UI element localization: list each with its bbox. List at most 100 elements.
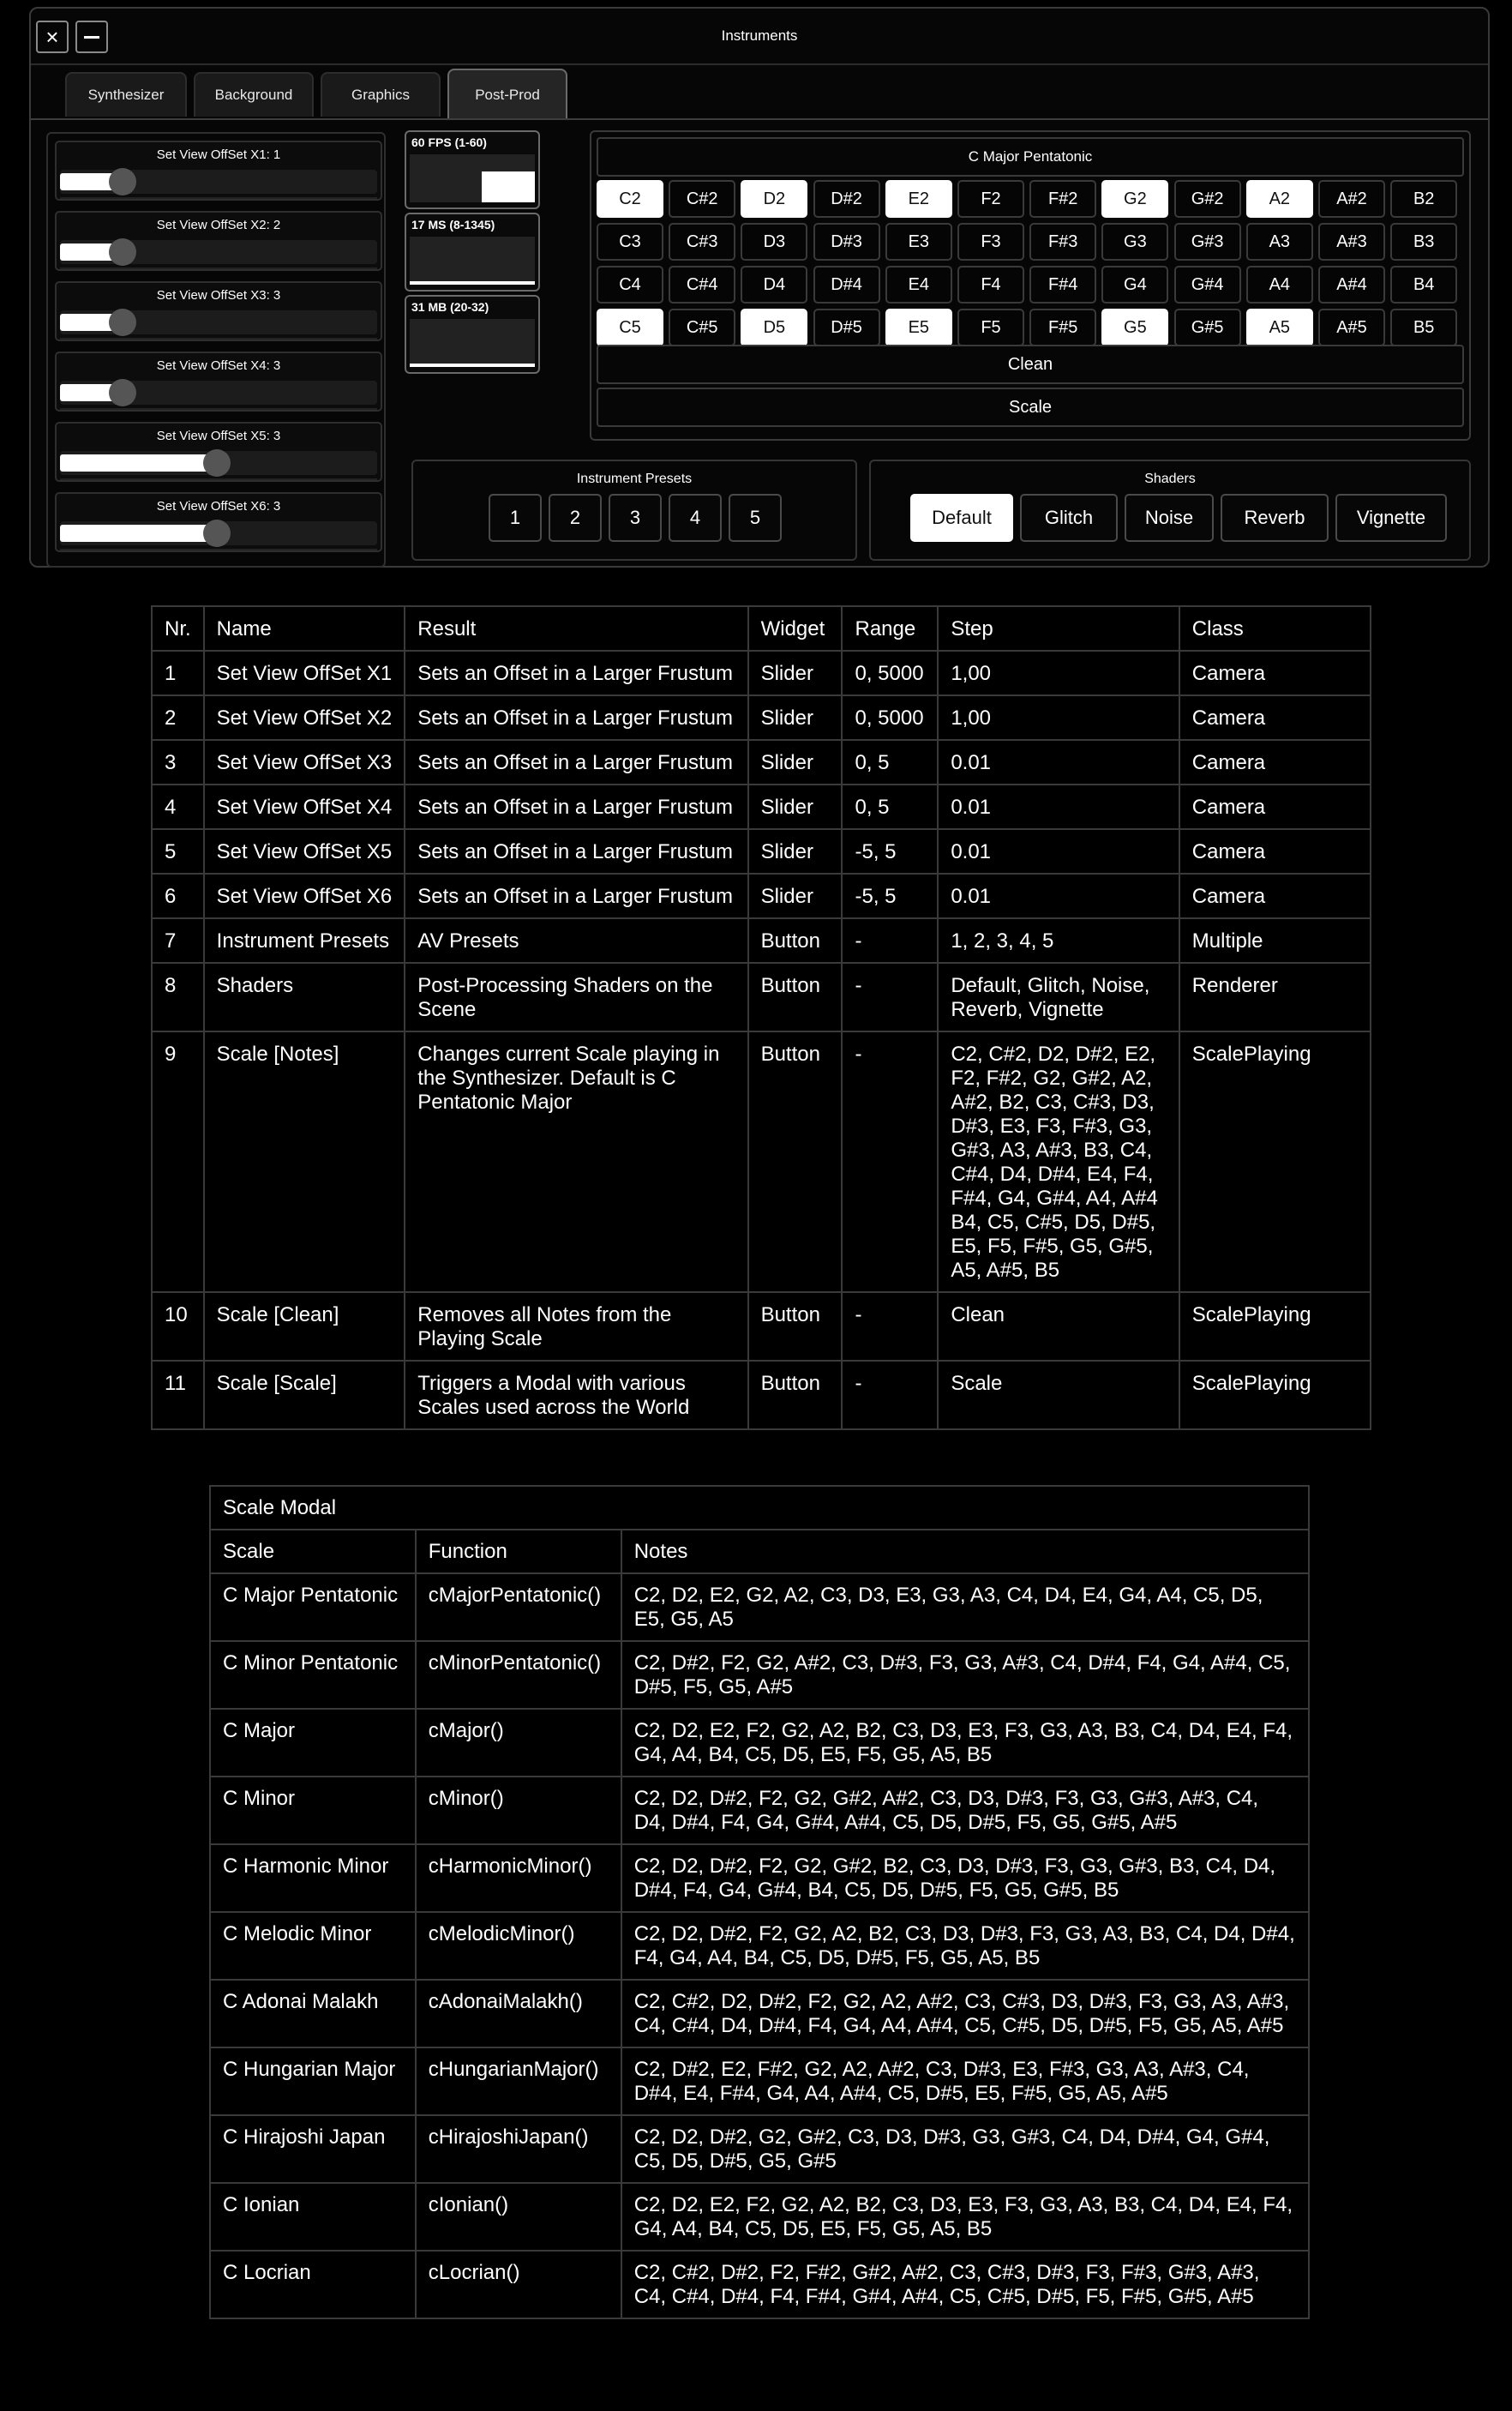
note-button[interactable]: G#2 (1173, 180, 1241, 218)
scale-button[interactable]: Scale (597, 388, 1464, 427)
slider-handle[interactable] (203, 520, 231, 547)
note-button[interactable]: E5 (885, 309, 952, 346)
note-button[interactable]: D2 (741, 180, 808, 218)
offset-slider-x5[interactable]: Set View OffSet X5: 3 (55, 422, 382, 482)
table-row: C Major cMajor() C2, D2, E2, F2, G2, A2, B… (209, 1708, 1311, 1777)
note-button[interactable]: G5 (1101, 309, 1169, 346)
note-button[interactable]: D5 (741, 309, 808, 346)
note-button[interactable]: C4 (597, 266, 663, 304)
note-button[interactable]: B5 (1390, 309, 1458, 346)
offset-slider-x1[interactable]: Set View OffSet X1: 1 (55, 141, 382, 201)
note-button[interactable]: C3 (597, 223, 663, 261)
note-button[interactable]: E2 (885, 180, 952, 218)
note-button[interactable]: G4 (1101, 266, 1169, 304)
note-button[interactable]: F#5 (1029, 309, 1097, 346)
table-cell: cHungarianMajor() (414, 2047, 622, 2116)
slider-track[interactable] (60, 379, 377, 406)
note-button[interactable]: C#3 (669, 223, 736, 261)
slider-handle[interactable] (109, 168, 137, 195)
note-button[interactable]: A#3 (1318, 223, 1385, 261)
note-button[interactable]: A3 (1245, 223, 1313, 261)
preset-button-1[interactable]: 1 (489, 494, 542, 542)
note-button[interactable]: A4 (1245, 266, 1313, 304)
note-button[interactable]: B2 (1390, 180, 1458, 218)
slider-track[interactable] (60, 309, 377, 336)
note-button[interactable]: C#4 (669, 266, 736, 304)
table-cell: Camera (1178, 694, 1372, 741)
tab-graphics[interactable]: Graphics (321, 72, 441, 117)
slider-handle[interactable] (109, 379, 137, 406)
note-button[interactable]: F#3 (1029, 223, 1097, 261)
note-button[interactable]: A#4 (1318, 266, 1385, 304)
note-button[interactable]: G#4 (1173, 266, 1241, 304)
note-button[interactable]: A5 (1245, 309, 1313, 346)
table-cell: 1,00 (937, 694, 1180, 741)
table-cell: 1, 2, 3, 4, 5 (937, 917, 1180, 964)
note-button[interactable]: D#5 (813, 309, 880, 346)
note-button[interactable]: D#3 (813, 223, 880, 261)
preset-button-4[interactable]: 4 (669, 494, 722, 542)
slider-handle[interactable] (203, 449, 231, 477)
note-button[interactable]: A2 (1245, 180, 1313, 218)
note-button[interactable]: G2 (1101, 180, 1169, 218)
table-cell: 1,00 (937, 650, 1180, 696)
note-button[interactable]: F5 (957, 309, 1024, 346)
note-button[interactable]: A#2 (1318, 180, 1385, 218)
note-button[interactable]: C#5 (669, 309, 736, 346)
note-button[interactable]: D#2 (813, 180, 880, 218)
preset-button-2[interactable]: 2 (549, 494, 602, 542)
slider-handle[interactable] (109, 238, 137, 266)
clean-button[interactable]: Clean (597, 345, 1464, 384)
note-button[interactable]: F2 (957, 180, 1024, 218)
note-button[interactable]: F4 (957, 266, 1024, 304)
column-header: Range (841, 605, 939, 652)
slider-track[interactable] (60, 449, 377, 477)
preset-button-3[interactable]: 3 (609, 494, 662, 542)
slider-fill (60, 525, 217, 542)
note-button[interactable]: D3 (741, 223, 808, 261)
table-cell: C Hungarian Major (209, 2047, 417, 2116)
table-cell: Button (747, 917, 843, 964)
note-button[interactable]: F#4 (1029, 266, 1097, 304)
tab-background[interactable]: Background (194, 72, 314, 117)
slider-track[interactable] (60, 520, 377, 547)
slider-track[interactable] (60, 238, 377, 266)
shader-button-reverb[interactable]: Reverb (1221, 494, 1329, 542)
tab-synthesizer[interactable]: Synthesizer (65, 72, 187, 117)
note-button[interactable]: E4 (885, 266, 952, 304)
note-button[interactable]: A#5 (1318, 309, 1385, 346)
note-button[interactable]: G3 (1101, 223, 1169, 261)
table-cell: 2 (151, 694, 205, 741)
note-button[interactable]: D#4 (813, 266, 880, 304)
table-cell: Default, Glitch, Noise, Reverb, Vignette (937, 962, 1180, 1032)
table-cell: Slider (747, 650, 843, 696)
note-button[interactable]: C#2 (669, 180, 736, 218)
note-button[interactable]: F3 (957, 223, 1024, 261)
offset-slider-x6[interactable]: Set View OffSet X6: 3 (55, 492, 382, 552)
offset-slider-x4[interactable]: Set View OffSet X4: 3 (55, 352, 382, 412)
shader-button-noise[interactable]: Noise (1125, 494, 1214, 542)
note-button[interactable]: G#3 (1173, 223, 1241, 261)
table-row: 6 Set View OffSet X6 Sets an Offset in a L… (151, 873, 1372, 919)
shader-button-vignette[interactable]: Vignette (1335, 494, 1447, 542)
preset-button-5[interactable]: 5 (729, 494, 782, 542)
note-button[interactable]: G#5 (1173, 309, 1241, 346)
shader-button-glitch[interactable]: Glitch (1020, 494, 1118, 542)
shader-button-default[interactable]: Default (910, 494, 1013, 542)
note-button[interactable]: F#2 (1029, 180, 1097, 218)
table-row: C Hirajoshi Japan cHirajoshiJapan() C2, D2… (209, 2114, 1311, 2184)
note-button[interactable]: D4 (741, 266, 808, 304)
slider-track[interactable] (60, 168, 377, 195)
slider-handle[interactable] (109, 309, 137, 336)
offset-slider-x2[interactable]: Set View OffSet X2: 2 (55, 211, 382, 271)
note-button[interactable]: C5 (597, 309, 663, 346)
offset-slider-x3[interactable]: Set View OffSet X3: 3 (55, 281, 382, 341)
note-button[interactable]: B3 (1390, 223, 1458, 261)
note-button[interactable]: C2 (597, 180, 663, 218)
table-cell: Post-Processing Shaders on the Scene (404, 962, 749, 1032)
tab-post-prod[interactable]: Post-Prod (447, 69, 567, 120)
note-button[interactable]: E3 (885, 223, 952, 261)
table-cell: Scale [Scale] (202, 1360, 406, 1430)
note-button[interactable]: B4 (1390, 266, 1458, 304)
table-row: C Adonai Malakh cAdonaiMalakh() C2, C#2, D… (209, 1979, 1311, 2048)
